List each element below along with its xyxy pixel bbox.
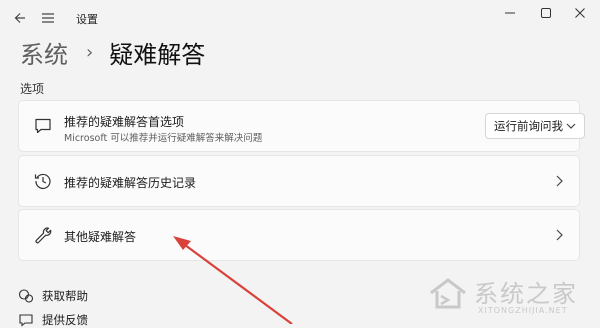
maximize-icon — [541, 8, 551, 18]
card-recommended-preferences: 推荐的疑难解答首选项 Microsoft 可以推荐并运行疑难解答来解决问题 运行… — [18, 100, 585, 152]
watermark-url: XITONGZHIJIA.NET — [478, 306, 568, 315]
hamburger-menu-icon — [42, 13, 54, 23]
history-icon — [34, 173, 51, 189]
watermark: 系统之家 XITONGZHIJIA.NET — [428, 272, 596, 322]
chevron-right-icon — [556, 175, 563, 187]
close-button[interactable] — [566, 3, 594, 23]
back-button[interactable] — [10, 8, 30, 28]
breadcrumb-separator: › — [86, 41, 94, 63]
watermark-text: 系统之家 — [474, 280, 578, 308]
page-title: 疑难解答 — [109, 40, 206, 69]
minimize-button[interactable] — [496, 3, 524, 23]
help-icon — [18, 288, 34, 304]
chevron-down-icon — [566, 123, 576, 129]
get-help-link[interactable]: 获取帮助 — [18, 288, 88, 304]
wrench-icon — [35, 227, 52, 244]
troubleshoot-preference-dropdown[interactable]: 运行前询问我 — [485, 113, 585, 139]
card-title: 其他疑难解答 — [64, 230, 137, 244]
link-label: 获取帮助 — [42, 289, 88, 303]
breadcrumb-parent-system[interactable]: 系统 — [20, 35, 68, 70]
title-bar: 设置 — [0, 0, 600, 36]
maximize-button[interactable] — [532, 3, 560, 23]
back-arrow-icon — [14, 13, 25, 23]
navigation-menu-button[interactable] — [38, 8, 58, 28]
house-logo-icon — [430, 278, 466, 309]
give-feedback-link[interactable]: 提供反馈 — [18, 312, 88, 328]
card-troubleshoot-history[interactable]: 推荐的疑难解答历史记录 — [18, 155, 580, 207]
section-label-options: 选项 — [20, 82, 45, 96]
breadcrumb: 系统 › 疑难解答 — [20, 34, 205, 70]
app-title: 设置 — [76, 13, 98, 26]
chevron-right-icon — [556, 229, 563, 241]
close-icon — [575, 8, 585, 18]
card-title: 推荐的疑难解答首选项 — [64, 115, 185, 129]
card-title: 推荐的疑难解答历史记录 — [64, 176, 197, 190]
dropdown-value: 运行前询问我 — [494, 119, 563, 133]
link-label: 提供反馈 — [42, 313, 88, 327]
feedback-chat-icon — [35, 118, 51, 134]
minimize-icon — [505, 12, 515, 14]
card-other-troubleshooters[interactable]: 其他疑难解答 — [18, 209, 580, 261]
card-description: Microsoft 可以推荐并运行疑难解答来解决问题 — [64, 133, 263, 144]
feedback-icon — [18, 312, 34, 328]
